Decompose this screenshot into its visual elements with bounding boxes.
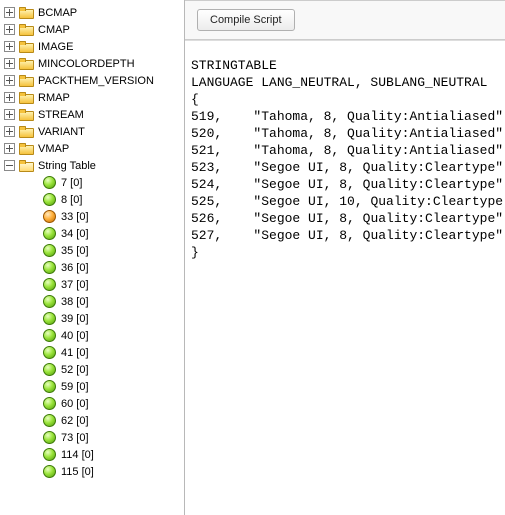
tree-item-resource[interactable]: 35 [0] <box>0 242 184 259</box>
tree-resource-label[interactable]: 73 [0] <box>61 432 89 444</box>
tree-resource-label[interactable]: 34 [0] <box>61 228 89 240</box>
tree-item-folder[interactable]: VARIANT <box>0 123 184 140</box>
folder-icon <box>19 160 34 172</box>
tree-item-resource[interactable]: 114 [0] <box>0 446 184 463</box>
compile-script-button[interactable]: Compile Script <box>197 9 295 31</box>
tree-resource-label[interactable]: 39 [0] <box>61 313 89 325</box>
expand-icon[interactable] <box>4 24 15 35</box>
resource-orange-icon <box>43 210 56 223</box>
tree-folder[interactable]: PACKTHEM_VERSION <box>38 75 154 87</box>
tree-resource-label[interactable]: 33 [0] <box>61 211 89 223</box>
expand-icon[interactable] <box>4 75 15 86</box>
tree-folder[interactable]: MINCOLORDEPTH <box>38 58 135 70</box>
collapse-icon[interactable] <box>4 160 15 171</box>
expand-icon[interactable] <box>4 58 15 69</box>
expand-icon[interactable] <box>4 126 15 137</box>
expand-icon[interactable] <box>4 92 15 103</box>
resource-green-icon <box>43 397 56 410</box>
tree-folder[interactable]: VARIANT <box>38 126 85 138</box>
tree-resource-label[interactable]: 52 [0] <box>61 364 89 376</box>
tree-folder[interactable]: RMAP <box>38 92 70 104</box>
resource-green-icon <box>43 448 56 461</box>
tree-item-folder-open[interactable]: String Table <box>0 157 184 174</box>
folder-icon <box>19 109 34 121</box>
tree-item-folder[interactable]: IMAGE <box>0 38 184 55</box>
resource-green-icon <box>43 329 56 342</box>
tree-resource-label[interactable]: 7 [0] <box>61 177 82 189</box>
resource-green-icon <box>43 414 56 427</box>
tree-item-resource[interactable]: 36 [0] <box>0 259 184 276</box>
tree-resource-label[interactable]: 114 [0] <box>61 449 94 461</box>
tree-item-folder[interactable]: CMAP <box>0 21 184 38</box>
resource-green-icon <box>43 193 56 206</box>
tree-item-resource[interactable]: 33 [0] <box>0 208 184 225</box>
folder-icon <box>19 58 34 70</box>
folder-icon <box>19 143 34 155</box>
resource-green-icon <box>43 431 56 444</box>
resource-green-icon <box>43 176 56 189</box>
toolbar: Compile Script <box>185 0 505 40</box>
tree-folder[interactable]: IMAGE <box>38 41 73 53</box>
tree-item-resource[interactable]: 73 [0] <box>0 429 184 446</box>
tree-resource-label[interactable]: 115 [0] <box>61 466 94 478</box>
tree-pane: BCMAP CMAP IMAGE MINCOLORDEPTH PACKTHEM_VERS… <box>0 0 185 515</box>
tree-resource-label[interactable]: 60 [0] <box>61 398 89 410</box>
folder-icon <box>19 24 34 36</box>
tree-resource-label[interactable]: 62 [0] <box>61 415 89 427</box>
tree-item-resource[interactable]: 59 [0] <box>0 378 184 395</box>
folder-icon <box>19 126 34 138</box>
folder-icon <box>19 7 34 19</box>
tree-item-resource[interactable]: 52 [0] <box>0 361 184 378</box>
resource-green-icon <box>43 312 56 325</box>
tree-item-resource[interactable]: 38 [0] <box>0 293 184 310</box>
tree-item-resource[interactable]: 39 [0] <box>0 310 184 327</box>
tree-resource-label[interactable]: 40 [0] <box>61 330 89 342</box>
resource-green-icon <box>43 380 56 393</box>
tree-item-resource[interactable]: 62 [0] <box>0 412 184 429</box>
folder-icon <box>19 75 34 87</box>
tree-folder[interactable]: CMAP <box>38 24 70 36</box>
tree-item-resource[interactable]: 37 [0] <box>0 276 184 293</box>
tree-resource-label[interactable]: 36 [0] <box>61 262 89 274</box>
tree-item-folder[interactable]: STREAM <box>0 106 184 123</box>
editor-pane: Compile Script STRINGTABLE LANGUAGE LANG… <box>185 0 505 515</box>
folder-icon <box>19 92 34 104</box>
tree-folder[interactable]: STREAM <box>38 109 84 121</box>
resource-green-icon <box>43 295 56 308</box>
resource-green-icon <box>43 346 56 359</box>
tree-item-folder[interactable]: MINCOLORDEPTH <box>0 55 184 72</box>
resource-green-icon <box>43 278 56 291</box>
resource-green-icon <box>43 244 56 257</box>
expand-icon[interactable] <box>4 41 15 52</box>
tree-resource-label[interactable]: 59 [0] <box>61 381 89 393</box>
tree-resource-label[interactable]: 8 [0] <box>61 194 82 206</box>
tree-folder[interactable]: BCMAP <box>38 7 77 19</box>
tree-item-resource[interactable]: 8 [0] <box>0 191 184 208</box>
resource-green-icon <box>43 261 56 274</box>
tree-resource-label[interactable]: 35 [0] <box>61 245 89 257</box>
tree-resource-label[interactable]: 37 [0] <box>61 279 89 291</box>
resource-green-icon <box>43 465 56 478</box>
tree-item-folder[interactable]: BCMAP <box>0 4 184 21</box>
tree-item-resource[interactable]: 115 [0] <box>0 463 184 480</box>
tree-folder[interactable]: VMAP <box>38 143 69 155</box>
tree-resource-label[interactable]: 41 [0] <box>61 347 89 359</box>
tree-resource-label[interactable]: 38 [0] <box>61 296 89 308</box>
tree-item-resource[interactable]: 60 [0] <box>0 395 184 412</box>
folder-icon <box>19 41 34 53</box>
tree-item-folder[interactable]: RMAP <box>0 89 184 106</box>
resource-green-icon <box>43 363 56 376</box>
expand-icon[interactable] <box>4 7 15 18</box>
tree-item-resource[interactable]: 34 [0] <box>0 225 184 242</box>
tree-item-resource[interactable]: 7 [0] <box>0 174 184 191</box>
script-textarea[interactable]: STRINGTABLE LANGUAGE LANG_NEUTRAL, SUBLA… <box>185 40 505 515</box>
tree-item-resource[interactable]: 41 [0] <box>0 344 184 361</box>
resource-green-icon <box>43 227 56 240</box>
tree-item-folder[interactable]: VMAP <box>0 140 184 157</box>
expand-icon[interactable] <box>4 109 15 120</box>
tree-folder-open[interactable]: String Table <box>38 160 96 172</box>
tree-item-resource[interactable]: 40 [0] <box>0 327 184 344</box>
tree-item-folder[interactable]: PACKTHEM_VERSION <box>0 72 184 89</box>
expand-icon[interactable] <box>4 143 15 154</box>
